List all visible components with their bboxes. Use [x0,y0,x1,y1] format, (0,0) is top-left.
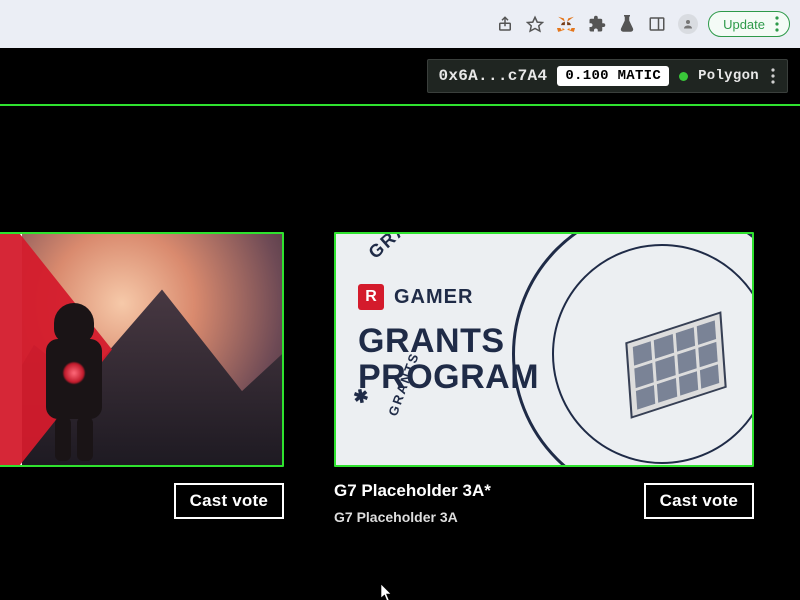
network-status-dot [679,72,688,81]
share-icon[interactable] [496,15,514,33]
wallet-balance: 0.100 MATIC [557,66,669,86]
wallet-menu-icon[interactable] [769,68,777,84]
update-label: Update [723,17,765,32]
app-header: 0x6A...c7A4 0.100 MATIC Polygon [0,48,800,104]
proposal-subtitle: G7 Placeholder 3A [334,509,491,525]
proposal-title: G7 Placeholder 3A* [334,481,491,501]
panel-icon[interactable] [648,15,666,33]
network-name: Polygon [698,68,759,84]
kebab-icon[interactable] [775,16,779,32]
proposal-image[interactable]: ION [0,232,284,467]
artwork-headline: GRANTS PROGRAM [358,324,539,395]
browser-toolbar-icons [496,14,698,34]
mouse-cursor-icon [380,584,394,600]
character-icon [34,303,114,463]
metamask-icon[interactable] [556,14,576,34]
proposal-card: ION B* Cast vote [0,232,284,519]
browser-toolbar: Update [0,0,800,48]
brand-name: GAMER [394,286,473,309]
labs-icon[interactable] [618,15,636,33]
brand-logo-icon: R [358,284,384,310]
extensions-icon[interactable] [588,15,606,33]
cast-vote-button[interactable]: Cast vote [174,483,284,519]
proposals-grid: ION B* Cast vote GRANTS ✱ [0,106,800,600]
proposal-card: GRANTS ✱ GRANTS ✱ GRANTS GRANTS GRANTS ✱… [334,232,754,525]
proposal-image[interactable]: GRANTS ✱ GRANTS ✱ GRANTS GRANTS GRANTS ✱… [334,232,754,467]
star-icon[interactable] [526,15,544,33]
profile-avatar[interactable] [678,14,698,34]
wallet-address: 0x6A...c7A4 [438,67,547,85]
browser-update-button[interactable]: Update [708,11,790,37]
artwork: ION [0,234,282,465]
artwork: GRANTS ✱ GRANTS ✱ GRANTS GRANTS GRANTS ✱… [336,234,752,465]
wallet-widget[interactable]: 0x6A...c7A4 0.100 MATIC Polygon [427,59,788,93]
cast-vote-button[interactable]: Cast vote [644,483,754,519]
